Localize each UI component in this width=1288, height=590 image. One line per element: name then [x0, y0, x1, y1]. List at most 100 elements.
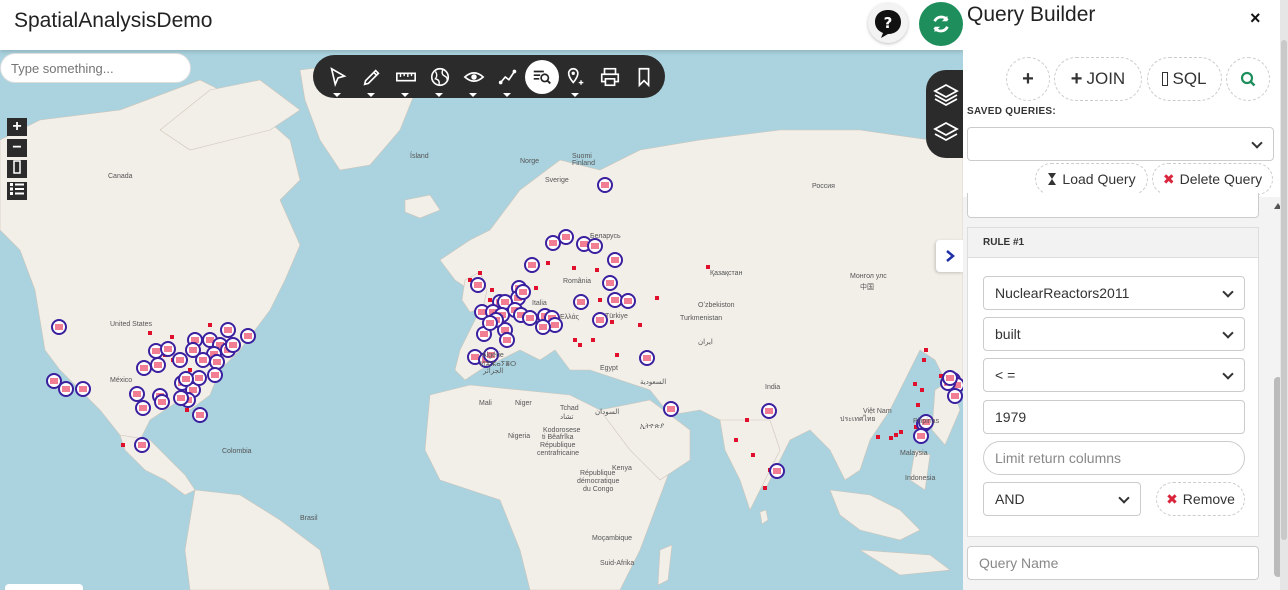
reactor-marker[interactable] — [129, 386, 145, 402]
reactor-marker[interactable] — [225, 337, 241, 353]
map-canvas[interactable]: KalaallitNunaatÍslandCanadaUnited States… — [0, 50, 963, 590]
reactor-marker[interactable] — [191, 370, 207, 386]
reactor-marker[interactable] — [499, 332, 515, 348]
reactor-marker[interactable] — [602, 275, 618, 291]
legend-button[interactable] — [7, 182, 27, 200]
measure-tool-button[interactable] — [389, 60, 423, 97]
limit-columns-input[interactable]: Limit return columns — [983, 441, 1245, 475]
reactor-point[interactable] — [572, 266, 576, 270]
page-scrollbar[interactable] — [1280, 0, 1288, 590]
reactor-marker[interactable] — [135, 400, 151, 416]
reactor-marker[interactable] — [220, 322, 236, 338]
reactor-marker[interactable] — [482, 315, 498, 331]
reactor-marker[interactable] — [639, 350, 655, 366]
reactor-point[interactable] — [889, 436, 893, 440]
saved-queries-select[interactable] — [967, 127, 1274, 161]
reactor-point[interactable] — [894, 433, 898, 437]
delete-query-button[interactable]: ✖ Delete Query — [1152, 163, 1273, 195]
reactor-marker[interactable] — [209, 354, 225, 370]
zoom-in-button[interactable]: + — [7, 118, 27, 136]
query-rules-area[interactable]: RULE #1 NuclearReactors2011 built < = 19… — [963, 193, 1288, 590]
reactor-point[interactable] — [578, 343, 582, 347]
reactor-marker[interactable] — [597, 177, 613, 193]
bookmark-tool-button[interactable] — [627, 60, 661, 94]
reactor-marker[interactable] — [913, 428, 929, 444]
reactor-point[interactable] — [913, 382, 917, 386]
load-query-button[interactable]: Load Query — [1035, 163, 1148, 195]
reactor-point[interactable] — [488, 298, 492, 302]
location-tool-button[interactable] — [559, 60, 593, 97]
page-scroll-thumb[interactable] — [1281, 40, 1287, 540]
reactor-marker[interactable] — [51, 319, 67, 335]
reactor-marker[interactable] — [178, 371, 194, 387]
reactor-point[interactable] — [188, 368, 192, 372]
reactor-point[interactable] — [121, 443, 125, 447]
reactor-marker[interactable] — [58, 381, 74, 397]
reactor-point[interactable] — [615, 353, 619, 357]
attribution-tab[interactable] — [5, 584, 83, 590]
globe-tool-button[interactable] — [423, 60, 457, 97]
reactor-point[interactable] — [573, 338, 577, 342]
reactor-point[interactable] — [924, 348, 928, 352]
reactor-marker[interactable] — [607, 252, 623, 268]
reactor-point[interactable] — [170, 335, 174, 339]
reactor-point[interactable] — [745, 418, 749, 422]
reactor-marker[interactable] — [663, 401, 679, 417]
reactor-point[interactable] — [185, 408, 189, 412]
reactor-marker[interactable] — [573, 294, 589, 310]
layers-icon[interactable] — [932, 119, 960, 147]
reactor-point[interactable] — [208, 323, 212, 327]
add-rule-button[interactable]: + — [1006, 57, 1050, 101]
reactor-point[interactable] — [610, 320, 614, 324]
reactor-marker[interactable] — [150, 357, 166, 373]
reactor-marker[interactable] — [185, 342, 201, 358]
reactor-point[interactable] — [920, 388, 924, 392]
reactor-marker[interactable] — [558, 229, 574, 245]
reactor-marker[interactable] — [515, 284, 531, 300]
select-tool-button[interactable] — [321, 60, 355, 97]
reactor-point[interactable] — [478, 271, 482, 275]
reactor-marker[interactable] — [947, 388, 963, 404]
refresh-button[interactable] — [919, 2, 963, 46]
zoom-extent-button[interactable] — [7, 160, 27, 178]
reactor-point[interactable] — [751, 453, 755, 457]
reactor-point[interactable] — [899, 430, 903, 434]
reactor-marker[interactable] — [207, 367, 223, 383]
reactor-point[interactable] — [734, 438, 738, 442]
reactor-marker[interactable] — [154, 394, 170, 410]
print-tool-button[interactable] — [593, 60, 627, 94]
reactor-marker[interactable] — [535, 319, 551, 335]
field-select[interactable]: built — [983, 317, 1245, 351]
reactor-marker[interactable] — [761, 403, 777, 419]
reactor-marker[interactable] — [192, 407, 208, 423]
zoom-out-button[interactable]: − — [7, 139, 27, 157]
reactor-marker[interactable] — [620, 293, 636, 309]
join-button[interactable]: + JOIN — [1054, 57, 1142, 101]
reactor-marker[interactable] — [769, 463, 785, 479]
draw-tool-button[interactable] — [355, 60, 389, 97]
reactor-marker[interactable] — [524, 257, 540, 273]
remove-rule-button[interactable]: ✖ Remove — [1156, 482, 1245, 516]
reactor-marker[interactable] — [240, 328, 256, 344]
help-button[interactable]: ? — [868, 3, 908, 43]
reactor-marker[interactable] — [607, 292, 623, 308]
reactor-point[interactable] — [655, 296, 659, 300]
reactor-marker[interactable] — [587, 238, 603, 254]
run-query-button[interactable] — [1226, 57, 1270, 101]
reactor-point[interactable] — [591, 338, 595, 342]
reactor-marker[interactable] — [173, 390, 189, 406]
close-button[interactable]: × — [1250, 8, 1261, 29]
reactor-point[interactable] — [706, 265, 710, 269]
layers-stack-icon[interactable] — [932, 81, 960, 109]
reactor-point[interactable] — [148, 331, 152, 335]
reactor-marker[interactable] — [470, 277, 486, 293]
operator-select[interactable]: < = — [983, 358, 1245, 392]
layer-select[interactable]: NuclearReactors2011 — [983, 276, 1245, 310]
visibility-tool-button[interactable] — [457, 60, 491, 97]
query-tool-button[interactable] — [525, 59, 559, 94]
reactor-point[interactable] — [490, 288, 494, 292]
analysis-tool-button[interactable] — [491, 60, 525, 97]
reactor-marker[interactable] — [942, 370, 958, 386]
panel-toggle-button[interactable] — [936, 240, 963, 272]
reactor-marker[interactable] — [134, 437, 150, 453]
